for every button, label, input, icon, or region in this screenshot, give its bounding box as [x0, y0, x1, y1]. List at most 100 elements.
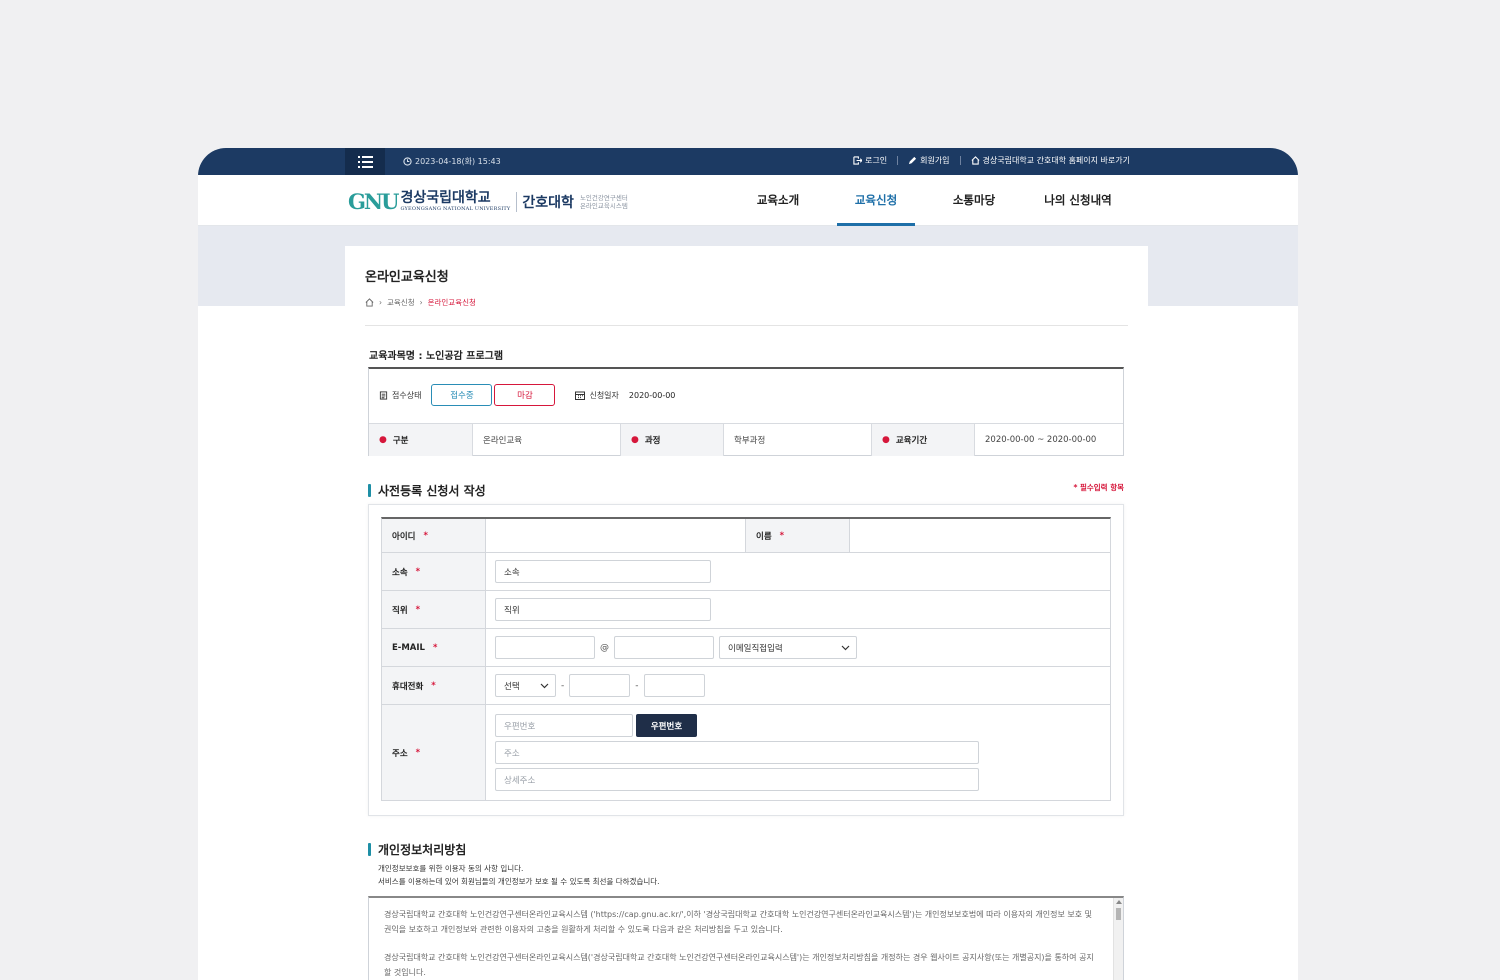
chevron-right-icon: › — [419, 298, 423, 307]
logo-university: 경상국립대학교 GYEONGSANG NATIONAL UNIVERSITY — [400, 190, 511, 213]
home-icon — [971, 156, 980, 165]
breadcrumb-current: 온라인교육신청 — [427, 298, 476, 307]
name-label: 이름 — [756, 531, 772, 542]
form-section-title-text: 사전등록 신청서 작성 — [378, 484, 486, 498]
nav-item-intro[interactable]: 교육소개 — [738, 175, 818, 225]
position-input[interactable]: 직위 — [495, 598, 711, 621]
current-datetime: 2023-04-18(화) 15:43 — [403, 156, 501, 167]
phone-prefix-select-value: 선택 — [504, 681, 520, 692]
zip-input[interactable]: 우편번호 — [495, 714, 633, 737]
email-local-input[interactable] — [495, 636, 595, 659]
logo-subtitle-1: 노인건강연구센터 — [579, 193, 628, 202]
header: GNU 경상국립대학교 GYEONGSANG NATIONAL UNIVERSI… — [198, 175, 1298, 226]
registration-form: 아이디 * 이름 * 소속 * 소속 직위 * 직위 E-MAIL * @ 이메… — [381, 517, 1111, 801]
top-bar: 2023-04-18(화) 15:43 로그인 회원가입 경상국립대학교 간호대… — [198, 148, 1298, 175]
homepage-link[interactable]: 경상국립대학교 간호대학 홈페이지 바로가기 — [971, 155, 1130, 166]
period-value: 2020-00-00 ~ 2020-00-00 — [985, 435, 1097, 445]
form-row-email: E-MAIL * @ 이메일직접입력 — [382, 629, 1110, 667]
chevron-right-icon: › — [379, 298, 382, 307]
affiliation-label: 소속 — [392, 567, 408, 578]
divider — [897, 156, 899, 165]
email-label: E-MAIL — [392, 642, 425, 653]
required-star: * — [432, 642, 438, 653]
id-field[interactable] — [486, 519, 746, 552]
site-logo[interactable]: GNU 경상국립대학교 GYEONGSANG NATIONAL UNIVERSI… — [348, 189, 628, 214]
pencil-icon — [908, 156, 917, 165]
type-value: 온라인교육 — [473, 424, 621, 456]
id-label: 아이디 — [392, 531, 416, 542]
phone-prefix-select[interactable]: 선택 — [495, 674, 556, 697]
content-card: 온라인교육신청 › 교육신청 › 온라인교육신청 교육과목명 : 노인공감 프로… — [345, 246, 1148, 980]
program-label: 과정 — [644, 436, 661, 446]
privacy-desc-line: 개인정보보호를 위한 이용자 동의 사항 입니다. — [378, 864, 524, 873]
position-label: 직위 — [392, 605, 408, 616]
required-star: * — [415, 604, 421, 615]
required-star: * — [415, 566, 421, 577]
privacy-description: 개인정보보호를 위한 이용자 동의 사항 입니다. 서비스를 이용하는데 있어 … — [378, 862, 660, 888]
affiliation-header: 소속 * — [382, 553, 486, 590]
chevron-down-icon — [841, 645, 850, 650]
form-row-address: 주소 * 우편번호 우편번호 주소 상세주소 — [382, 705, 1110, 801]
bullet: ● — [379, 435, 387, 445]
email-domain-select[interactable]: 이메일직접입력 — [719, 636, 857, 659]
course-detail-row: ● 구분 온라인교육 ● 과정 학부과정 ● 교육기간 2020-00-00 ~ 20… — [369, 423, 1123, 456]
phone-last-input[interactable] — [643, 674, 705, 697]
email-domain-select-value: 이메일직접입력 — [728, 643, 783, 654]
form-row-affiliation: 소속 * 소속 — [382, 553, 1110, 591]
nav-item-my-applications[interactable]: 나의 신청내역 — [1032, 175, 1124, 225]
chevron-down-icon — [540, 683, 549, 688]
scroll-thumb[interactable] — [1116, 908, 1121, 920]
logo-mark: GNU — [348, 189, 399, 214]
privacy-section-title-text: 개인정보처리방침 — [378, 843, 467, 857]
status-closed-badge: 마감 — [494, 384, 556, 406]
required-star: * — [415, 747, 421, 758]
logo-university-en: GYEONGSANG NATIONAL UNIVERSITY — [400, 206, 511, 212]
privacy-policy-box[interactable]: 경상국립대학교 간호대학 노인건강연구센터온라인교육시스템 ('https://… — [368, 896, 1124, 980]
calendar-icon — [575, 391, 586, 400]
login-label: 로그인 — [864, 156, 888, 165]
affiliation-input[interactable]: 소속 — [495, 560, 711, 583]
required-star: * — [423, 530, 428, 541]
status-label: 접수상태 — [392, 390, 422, 400]
address-cell: 우편번호 우편번호 주소 상세주소 — [486, 705, 1110, 800]
type-header: ● 구분 — [369, 424, 473, 456]
home-icon[interactable] — [365, 298, 374, 307]
status-row: 접수상태 접수중 마감 신청일자 2020-00-00 — [379, 384, 675, 406]
section-marker — [368, 484, 371, 497]
form-row-id-name: 아이디 * 이름 * — [382, 519, 1110, 553]
signup-link[interactable]: 회원가입 — [908, 155, 950, 166]
login-link[interactable]: 로그인 — [853, 155, 887, 166]
nav-item-apply[interactable]: 교육신청 — [837, 175, 915, 226]
email-at-sign: @ — [600, 642, 609, 653]
required-star: * — [431, 680, 436, 691]
affiliation-cell: 소속 — [486, 553, 1110, 590]
privacy-scrollbar[interactable] — [1113, 898, 1123, 980]
name-field[interactable] — [850, 519, 1110, 552]
phone-label: 휴대전화 — [392, 681, 424, 692]
address-detail-input[interactable]: 상세주소 — [495, 768, 979, 791]
scroll-up-arrow-icon[interactable] — [1116, 900, 1122, 904]
phone-dash: - — [561, 680, 565, 691]
signup-label: 회원가입 — [920, 156, 950, 165]
request-date-label: 신청일자 — [589, 390, 619, 400]
request-date: 신청일자 2020-00-00 — [575, 390, 675, 401]
phone-middle-input[interactable] — [569, 674, 631, 697]
id-header: 아이디 * — [382, 519, 486, 552]
required-note: * 필수입력 항목 — [1073, 483, 1124, 492]
logo-university-ko: 경상국립대학교 — [400, 190, 491, 206]
position-cell: 직위 — [486, 591, 1110, 628]
period-header: ● 교육기간 — [872, 424, 975, 456]
nav-item-community[interactable]: 소통마당 — [935, 175, 1013, 225]
address-input[interactable]: 주소 — [495, 741, 979, 764]
email-header: E-MAIL * — [382, 629, 486, 666]
bullet: ● — [631, 435, 639, 445]
menu-button[interactable] — [345, 148, 385, 175]
zip-search-button[interactable]: 우편번호 — [636, 714, 697, 737]
request-date-value: 2020-00-00 — [628, 390, 676, 400]
breadcrumb-item[interactable]: 교육신청 — [387, 297, 415, 308]
privacy-section-title: 개인정보처리방침 — [368, 841, 466, 858]
logo-subtitle-2: 온라인교육시스템 — [579, 201, 628, 210]
address-label: 주소 — [392, 748, 408, 759]
registration-form-wrap: 아이디 * 이름 * 소속 * 소속 직위 * 직위 E-MAIL * @ 이메… — [368, 504, 1124, 816]
email-domain-input[interactable] — [614, 636, 714, 659]
